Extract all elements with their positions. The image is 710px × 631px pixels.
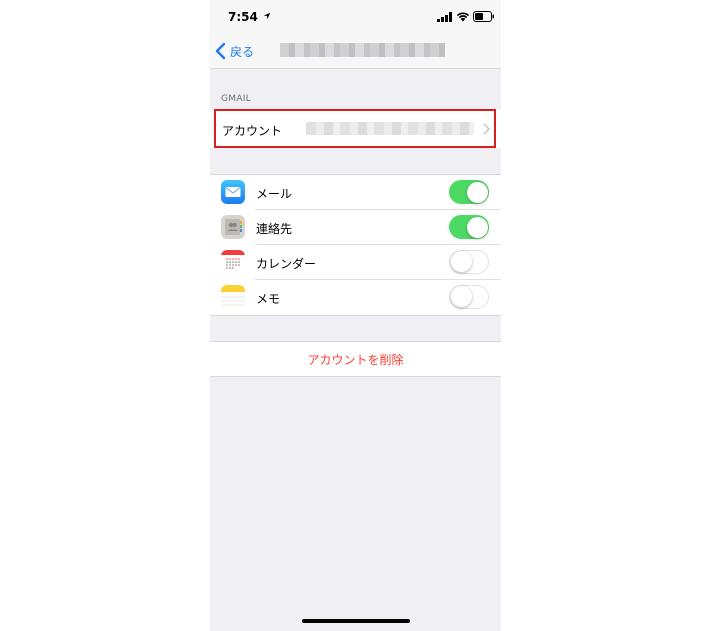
- list-item-notes: メモ: [210, 280, 501, 315]
- mail-icon: [221, 180, 245, 204]
- back-button[interactable]: 戻る: [215, 39, 254, 63]
- list-item-calendar: カレンダー: [210, 245, 501, 280]
- blurred-account-title: [280, 43, 445, 57]
- settings-screen: 7:54 戻る GMAIL アカウント メール 連絡先 カレンダー メモ アカウ…: [210, 0, 501, 631]
- status-time: 7:54: [228, 10, 258, 24]
- list-item-mail: メール: [210, 175, 501, 210]
- highlight-annotation-box: [214, 109, 496, 148]
- notes-toggle[interactable]: [449, 285, 489, 309]
- delete-account-label: アカウントを削除: [307, 352, 404, 367]
- navigation-bar: 戻る: [210, 34, 501, 69]
- battery-icon: [473, 11, 494, 22]
- calendar-toggle[interactable]: [449, 250, 489, 274]
- contacts-toggle[interactable]: [449, 215, 489, 239]
- list-item-contacts: 連絡先: [210, 210, 501, 245]
- calendar-label: カレンダー: [256, 257, 317, 271]
- chevron-left-icon: [215, 42, 226, 60]
- delete-account-button[interactable]: アカウントを削除: [210, 341, 501, 377]
- location-arrow-icon: [263, 12, 271, 20]
- mail-toggle[interactable]: [449, 180, 489, 204]
- home-indicator[interactable]: [302, 619, 410, 623]
- wifi-icon: [456, 12, 470, 22]
- notes-icon: [221, 285, 245, 309]
- section-header: GMAIL: [221, 94, 252, 104]
- sync-services-list: メール 連絡先 カレンダー メモ: [210, 174, 501, 316]
- contacts-label: 連絡先: [256, 222, 293, 236]
- back-label: 戻る: [230, 44, 255, 59]
- mail-label: メール: [256, 187, 293, 201]
- status-bar: 7:54: [210, 0, 501, 34]
- notes-label: メモ: [256, 292, 281, 306]
- cellular-signal-icon: [437, 12, 452, 22]
- calendar-icon: [221, 250, 245, 274]
- contacts-icon: [221, 215, 245, 239]
